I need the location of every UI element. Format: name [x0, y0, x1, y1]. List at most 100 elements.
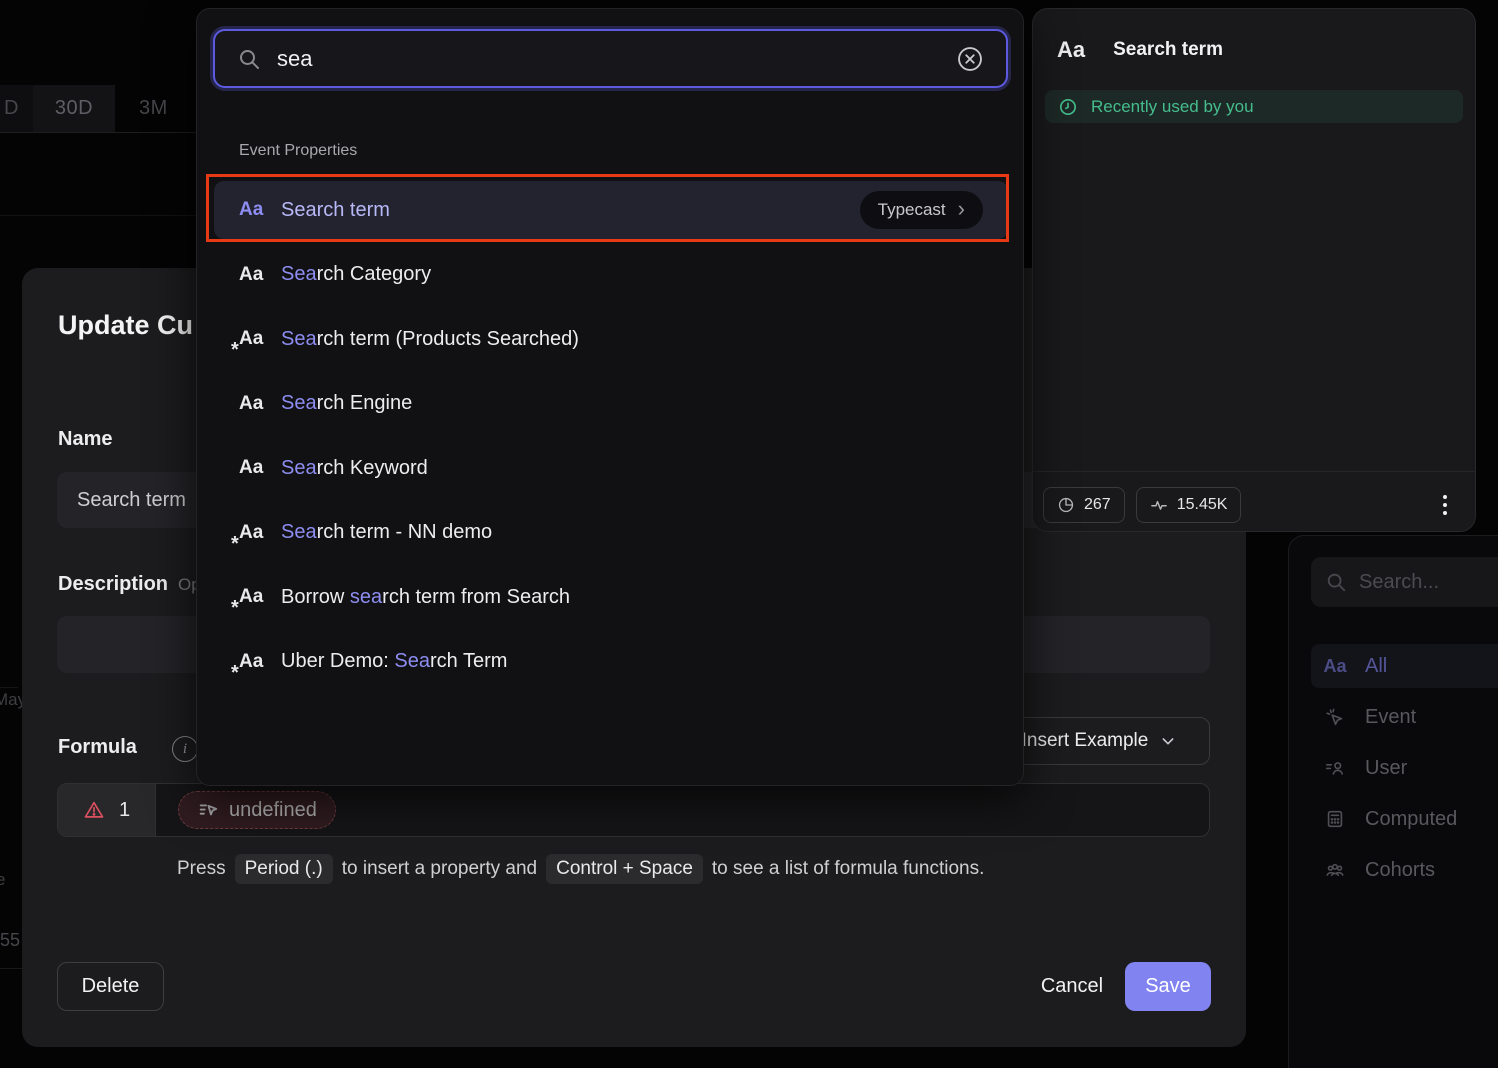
sidebar-item-all[interactable]: Aa All	[1311, 644, 1498, 688]
text-type-icon: Aa*	[239, 586, 281, 608]
error-line-number: 1	[119, 799, 130, 822]
recently-used-badge: Recently used by you	[1045, 90, 1463, 123]
pie-chart-icon	[1057, 496, 1075, 514]
sidebar-item-user[interactable]: User	[1311, 746, 1498, 790]
result-label: Search Engine	[281, 392, 983, 415]
property-result-row[interactable]: Aa* Search term - NN demo	[214, 504, 1008, 562]
stat-value: 15.45K	[1177, 496, 1228, 514]
result-label: Search Keyword	[281, 457, 983, 480]
property-stats: 267 15.45K	[1043, 487, 1241, 523]
sidebar-item-label: Event	[1365, 706, 1416, 729]
sidebar-item-cohorts[interactable]: Cohorts	[1311, 848, 1498, 892]
property-result-row[interactable]: Aa* Search term (Products Searched)	[214, 310, 1008, 368]
more-options-button[interactable]	[1429, 489, 1461, 521]
timeframe-tab[interactable]: 30D	[33, 85, 115, 132]
formula-error-gutter: 1	[58, 784, 156, 836]
section-header: Event Properties	[239, 142, 357, 160]
user-icon	[1323, 756, 1347, 780]
axis-label-fragment: e	[0, 870, 5, 890]
clear-circle-icon	[956, 45, 984, 73]
search-icon	[1325, 571, 1347, 593]
chevron-right-icon: ›	[958, 198, 965, 220]
result-label: Search term	[281, 199, 860, 222]
stat-pill[interactable]: 267	[1043, 487, 1125, 523]
undefined-label: undefined	[229, 799, 317, 822]
axis-label-fragment: 55	[0, 930, 20, 951]
computed-icon	[1323, 807, 1347, 831]
divider	[1033, 471, 1475, 472]
stat-value: 267	[1084, 496, 1111, 514]
result-label: Uber Demo: Search Term	[281, 650, 983, 673]
save-button[interactable]: Save	[1125, 962, 1211, 1011]
text-type-icon: Aa*	[239, 199, 281, 221]
clear-search-button[interactable]	[956, 45, 984, 73]
text-type-icon: Aa*	[239, 264, 281, 286]
app-screen: D30D3M May e 55 Aa All Event User Comput…	[0, 0, 1498, 1068]
sidebar-item-computed[interactable]: Computed	[1311, 797, 1498, 841]
cancel-button[interactable]: Cancel	[1017, 962, 1127, 1011]
timeframe-tab[interactable]: 3M	[115, 85, 192, 132]
result-label: Borrow search term from Search	[281, 586, 983, 609]
property-result-row[interactable]: Aa* Search Category	[214, 246, 1008, 304]
property-result-row[interactable]: Aa* Search Keyword	[214, 439, 1008, 497]
typecast-button[interactable]: Typecast›	[860, 191, 983, 229]
stat-pill[interactable]: 15.45K	[1136, 487, 1242, 523]
sidebar-item-label: Computed	[1365, 808, 1457, 831]
event-icon	[1323, 705, 1347, 729]
sidebar-item-label: Cohorts	[1365, 859, 1435, 882]
modal-title: Update Cu	[58, 310, 193, 341]
formula-label: Formula	[58, 736, 137, 759]
text-type-icon: Aa	[1057, 37, 1085, 63]
text-type-icon: Aa*	[239, 651, 281, 673]
dropdown-search-field[interactable]	[213, 29, 1008, 88]
warning-icon	[83, 799, 105, 821]
sidebar-item-list: Aa All Event User Computed Cohorts	[1311, 644, 1498, 899]
text-type-icon: Aa*	[239, 328, 281, 350]
chevron-down-icon	[1160, 733, 1176, 749]
delete-button[interactable]: Delete	[57, 962, 164, 1011]
cohorts-icon	[1323, 858, 1347, 882]
result-label: Search Category	[281, 263, 983, 286]
divider	[0, 132, 196, 133]
sidebar-search-field[interactable]	[1311, 557, 1498, 607]
property-detail-panel: Aa Search term Recently used by you 267 …	[1032, 8, 1476, 532]
property-search-dropdown: Event Properties Aa* Search term Typecas…	[196, 8, 1024, 786]
text-type-icon: Aa*	[239, 393, 281, 415]
property-result-row[interactable]: Aa* Search Engine	[214, 375, 1008, 433]
sidebar-item-label: All	[1365, 655, 1387, 678]
kbd-control-space-chip: Control + Space	[546, 854, 703, 884]
custom-property-icon	[197, 799, 219, 821]
divider	[0, 968, 22, 969]
result-label: Search term - NN demo	[281, 521, 983, 544]
name-value: Search term	[77, 489, 186, 512]
results-list: Aa* Search term Typecast› Aa* Search Cat…	[214, 181, 1008, 697]
dropdown-search-input[interactable]	[277, 46, 940, 72]
formula-editor[interactable]: 1 undefined	[57, 783, 1210, 837]
text-type-icon: Aa	[1323, 654, 1347, 678]
result-label: Search term (Products Searched)	[281, 328, 983, 351]
formula-input-area[interactable]: undefined	[156, 784, 1209, 836]
search-icon	[237, 47, 261, 71]
sidebar-item-label: User	[1365, 757, 1407, 780]
activity-icon	[1150, 496, 1168, 514]
property-result-row[interactable]: Aa* Borrow search term from Search	[214, 568, 1008, 626]
property-result-row[interactable]: Aa* Uber Demo: Search Term	[214, 633, 1008, 691]
timeframe-tab[interactable]: D	[0, 85, 33, 132]
property-result-row[interactable]: Aa* Search term Typecast›	[214, 181, 1008, 239]
property-title: Search term	[1113, 39, 1223, 61]
name-label: Name	[58, 428, 112, 451]
insert-example-label: Insert Example	[1022, 730, 1149, 752]
formula-helper-text: Press Period (.) to insert a property an…	[177, 854, 984, 884]
undefined-property-pill[interactable]: undefined	[178, 791, 336, 829]
text-type-icon: Aa*	[239, 457, 281, 479]
info-icon[interactable]: i	[172, 736, 198, 762]
sidebar-search-input[interactable]	[1359, 571, 1498, 594]
kbd-period-chip: Period (.)	[235, 854, 333, 884]
sidebar-item-event[interactable]: Event	[1311, 695, 1498, 739]
property-type-sidebar: Aa All Event User Computed Cohorts	[1288, 535, 1498, 1068]
clock-icon	[1058, 97, 1078, 117]
timeframe-tabs: D30D3M	[0, 85, 192, 132]
divider	[0, 215, 196, 216]
text-type-icon: Aa*	[239, 522, 281, 544]
divider	[0, 687, 18, 688]
